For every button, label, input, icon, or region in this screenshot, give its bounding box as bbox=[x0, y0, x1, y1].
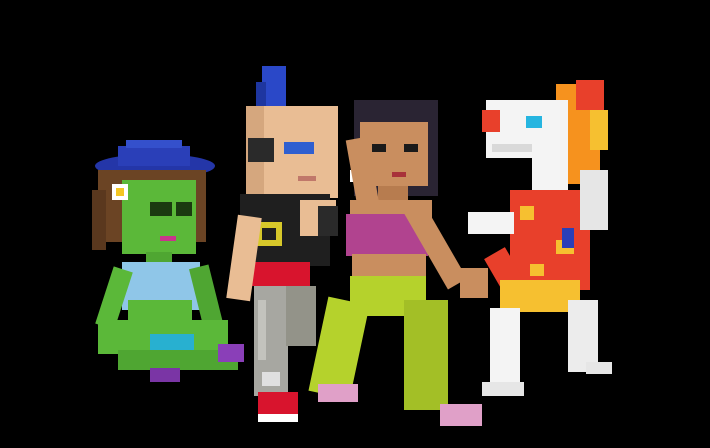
alien-mouth bbox=[160, 236, 176, 241]
alien-hat-crown bbox=[118, 146, 190, 166]
punk-eye bbox=[284, 142, 314, 154]
woman-leg-right bbox=[404, 300, 448, 410]
alien-girl-character bbox=[92, 140, 244, 382]
punk-arm-tattoo bbox=[318, 206, 338, 236]
punk-belt bbox=[250, 262, 310, 286]
dragon-character bbox=[468, 80, 612, 396]
dragon-wing bbox=[580, 170, 608, 230]
woman-mouth bbox=[392, 172, 406, 177]
woman-shoe-right bbox=[440, 404, 482, 426]
alien-shoe-right bbox=[218, 344, 244, 362]
woman-eye-right bbox=[404, 144, 418, 152]
punk-mouth bbox=[298, 176, 316, 181]
alien-face bbox=[122, 180, 196, 254]
dragon-jaw bbox=[492, 144, 532, 152]
punk-sock bbox=[262, 372, 280, 386]
woman-eye-left bbox=[372, 144, 386, 152]
dragon-shirt-pattern-3 bbox=[530, 264, 544, 276]
voxel-characters-illustration bbox=[92, 66, 612, 426]
punk-leg-right bbox=[286, 286, 316, 346]
alien-hat-top bbox=[126, 140, 182, 148]
alien-eye-left bbox=[150, 202, 172, 216]
dragon-nostril-band bbox=[482, 110, 500, 132]
dragon-mane-highlight bbox=[590, 110, 608, 150]
dragon-leg-right bbox=[568, 300, 598, 372]
dragon-shirt-pattern-1 bbox=[520, 206, 534, 220]
daisy-center bbox=[116, 188, 124, 196]
dragon-eye bbox=[526, 116, 542, 128]
punk-eyepatch bbox=[248, 138, 274, 162]
woman-leg-left bbox=[308, 296, 370, 400]
dragon-mane-tip bbox=[576, 80, 604, 110]
dragon-leg-left bbox=[490, 308, 520, 388]
alien-eye-right bbox=[176, 202, 192, 216]
woman-hand-right bbox=[460, 268, 488, 298]
punk-shoe-sole bbox=[258, 414, 298, 422]
dragon-foot-right bbox=[586, 362, 612, 374]
dragon-foot-left bbox=[482, 382, 524, 396]
dragon-arm-left bbox=[468, 212, 514, 234]
alien-hair-left bbox=[92, 190, 106, 250]
scene bbox=[0, 0, 710, 448]
punk-logo-inner bbox=[262, 228, 276, 240]
alien-shoe-left bbox=[150, 368, 180, 382]
dragon-shirt bbox=[510, 190, 590, 290]
dragon-pocket-pen bbox=[562, 228, 574, 248]
woman-shoe-left bbox=[318, 384, 358, 402]
punk-jeans-rip bbox=[258, 300, 266, 360]
